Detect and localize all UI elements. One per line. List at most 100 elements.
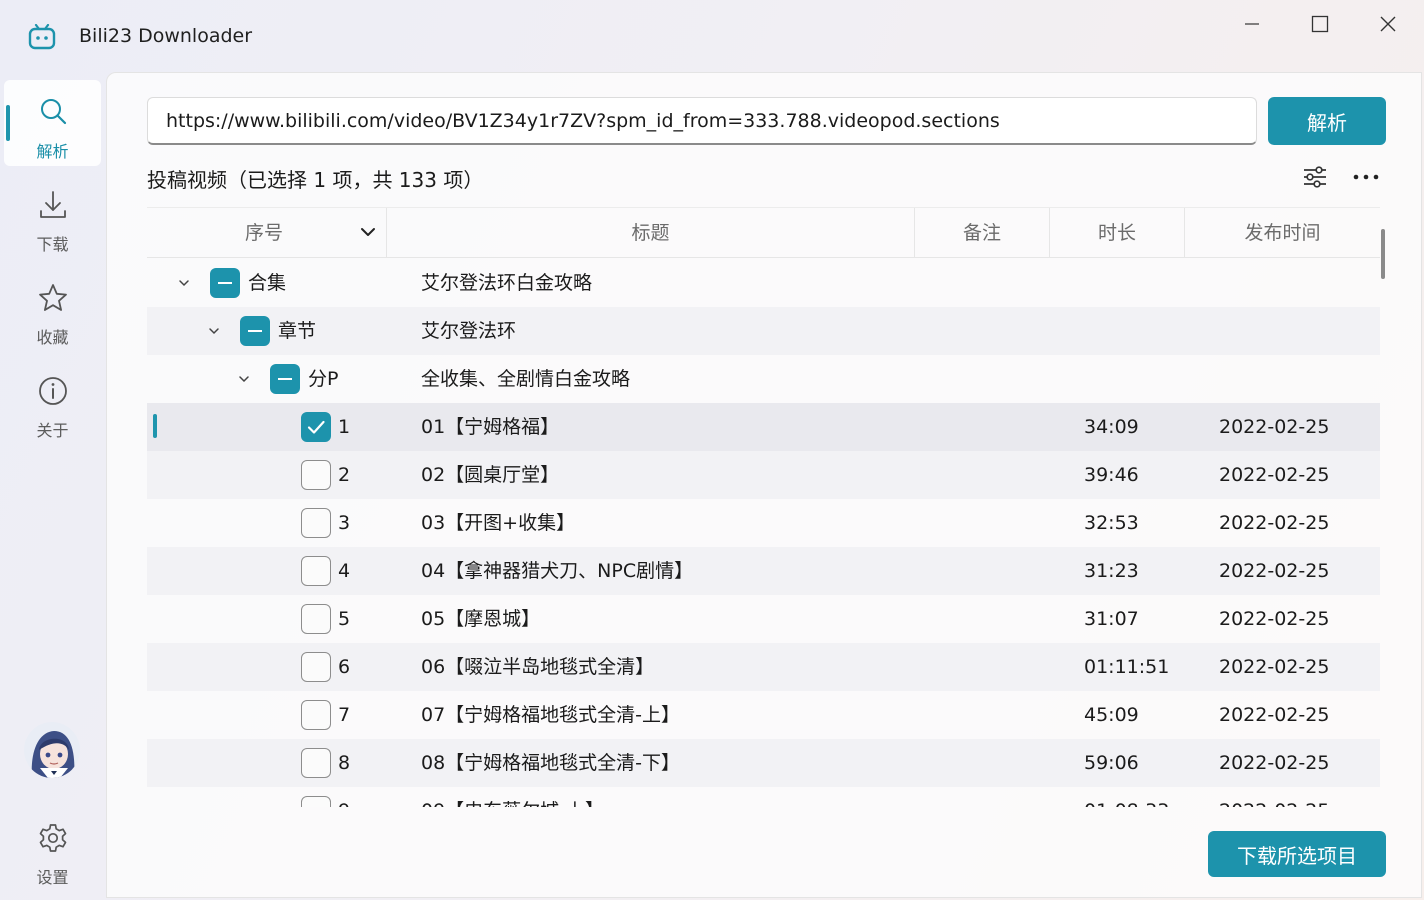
- column-header-duration[interactable]: 时长: [1049, 208, 1184, 258]
- tree-title-collection: 艾尔登法环白金攻略: [421, 272, 593, 294]
- row-checkbox[interactable]: [301, 652, 331, 682]
- main-content: 解析 投稿视频（已选择 1 项，共 133 项） 序号: [106, 72, 1422, 898]
- column-header-number[interactable]: 序号: [147, 208, 387, 258]
- nav-item-download[interactable]: 下载: [4, 173, 101, 259]
- row-checkbox[interactable]: [301, 556, 331, 586]
- row-number: 8: [338, 752, 351, 774]
- row-date: 2022-02-25: [1219, 608, 1330, 630]
- tree-label-chapter: 章节: [278, 320, 317, 342]
- parse-button[interactable]: 解析: [1268, 97, 1386, 145]
- more-options-button[interactable]: [1352, 163, 1380, 191]
- row-checkbox[interactable]: [301, 796, 331, 807]
- table-row[interactable]: 5 05【摩恩城】 31:07 2022-02-25: [147, 595, 1380, 643]
- episode-table: 序号 标题 备注 时长 发布时间 合集 艾尔登法环白金攻略 章节 艾尔登法环 分…: [147, 207, 1380, 807]
- column-header-title[interactable]: 标题: [386, 208, 914, 258]
- table-row[interactable]: 8 08【宁姆格福地毯式全清-下】 59:06 2022-02-25: [147, 739, 1380, 787]
- table-scrollbar[interactable]: [1381, 229, 1385, 279]
- close-icon: [1380, 16, 1396, 32]
- row-title: 09【史东薇尔城-上】: [421, 787, 604, 807]
- row-title: 08【宁姆格福地毯式全清-下】: [421, 752, 681, 774]
- row-duration: 31:23: [1084, 560, 1139, 582]
- table-row[interactable]: 2 02【圆桌厅堂】 39:46 2022-02-25: [147, 451, 1380, 499]
- row-selection-indicator: [153, 414, 157, 438]
- nav-label-download: 下载: [36, 235, 69, 254]
- avatar[interactable]: [24, 722, 80, 778]
- tree-checkbox-chapter[interactable]: [240, 316, 270, 346]
- row-number: 5: [338, 608, 351, 630]
- table-row[interactable]: 4 04【拿神器猎犬刀、NPC剧情】 31:23 2022-02-25: [147, 547, 1380, 595]
- tree-label-collection: 合集: [248, 272, 287, 294]
- nav-item-parse[interactable]: 解析: [4, 80, 101, 166]
- tree-row-chapter[interactable]: 章节 艾尔登法环: [147, 307, 1380, 355]
- column-header-date[interactable]: 发布时间: [1184, 208, 1380, 258]
- tree-row-parts[interactable]: 分P 全收集、全剧情白金攻略: [147, 355, 1380, 403]
- row-duration: 31:07: [1084, 608, 1139, 630]
- row-number: 4: [338, 560, 351, 582]
- table-header: 序号 标题 备注 时长 发布时间: [147, 207, 1380, 258]
- row-checkbox[interactable]: [301, 412, 331, 442]
- maximize-button[interactable]: [1286, 0, 1354, 48]
- window-title: Bili23 Downloader: [79, 25, 253, 47]
- row-checkbox[interactable]: [301, 604, 331, 634]
- row-title: 02【圆桌厅堂】: [421, 464, 560, 486]
- row-date: 2022-02-25: [1219, 787, 1329, 807]
- chevron-down-icon[interactable]: [360, 226, 376, 238]
- nav-item-settings[interactable]: 设置: [4, 808, 101, 894]
- row-number: 3: [338, 512, 351, 534]
- row-duration: 39:46: [1084, 464, 1139, 486]
- row-date: 2022-02-25: [1219, 704, 1330, 726]
- download-selected-button[interactable]: 下载所选项目: [1208, 831, 1386, 877]
- nav-label-parse: 解析: [36, 142, 69, 161]
- column-header-note[interactable]: 备注: [914, 208, 1049, 258]
- row-date: 2022-02-25: [1219, 560, 1330, 582]
- row-duration: 34:09: [1084, 416, 1139, 438]
- row-duration: 01:11:51: [1084, 656, 1170, 678]
- nav-label-favorites: 收藏: [36, 328, 69, 347]
- row-title: 03【开图+收集】: [421, 512, 576, 534]
- row-date: 2022-02-25: [1219, 464, 1330, 486]
- table-row[interactable]: 7 07【宁姆格福地毯式全清-上】 45:09 2022-02-25: [147, 691, 1380, 739]
- tree-checkbox-parts[interactable]: [270, 364, 300, 394]
- tree-checkbox-collection[interactable]: [210, 268, 240, 298]
- app-window: Bili23 Downloader 解析 下载 收藏 关于 设置 https:/…: [0, 0, 1424, 900]
- nav-item-favorites[interactable]: 收藏: [4, 266, 101, 352]
- checkmark-icon: [307, 420, 325, 434]
- row-checkbox[interactable]: [301, 460, 331, 490]
- table-row[interactable]: 9 09【史东薇尔城-上】 01:08:33 2022-02-25: [147, 787, 1380, 807]
- tree-title-chapter: 艾尔登法环: [421, 320, 517, 342]
- gear-icon: [39, 824, 67, 852]
- nav-label-settings: 设置: [36, 868, 69, 887]
- bilibili-tv-icon: [28, 24, 56, 50]
- download-icon: [40, 191, 66, 218]
- row-title: 05【摩恩城】: [421, 608, 541, 630]
- title-bar: Bili23 Downloader: [0, 0, 1424, 72]
- tree-row-collection[interactable]: 合集 艾尔登法环白金攻略: [147, 259, 1380, 307]
- chevron-down-icon[interactable]: [237, 372, 251, 386]
- nav-rail: 解析 下载 收藏 关于 设置: [0, 72, 106, 900]
- url-input[interactable]: [147, 97, 1257, 145]
- chevron-down-icon[interactable]: [207, 324, 221, 338]
- info-icon: [39, 377, 67, 405]
- table-row[interactable]: 3 03【开图+收集】 32:53 2022-02-25: [147, 499, 1380, 547]
- row-number: 2: [338, 464, 351, 486]
- row-title: 01【宁姆格福】: [421, 416, 560, 438]
- table-row[interactable]: 6 06【啜泣半岛地毯式全清】 01:11:51 2022-02-25: [147, 643, 1380, 691]
- filter-settings-button[interactable]: [1301, 163, 1329, 191]
- row-number: 1: [338, 416, 351, 438]
- table-row[interactable]: 1 01【宁姆格福】 34:09 2022-02-25: [147, 403, 1380, 451]
- row-date: 2022-02-25: [1219, 656, 1330, 678]
- nav-item-about[interactable]: 关于: [4, 359, 101, 445]
- tree-title-parts: 全收集、全剧情白金攻略: [421, 368, 631, 390]
- row-checkbox[interactable]: [301, 748, 331, 778]
- row-date: 2022-02-25: [1219, 752, 1330, 774]
- section-title: 投稿视频（已选择 1 项，共 133 项）: [147, 168, 484, 192]
- row-title: 06【啜泣半岛地毯式全清】: [421, 656, 655, 678]
- close-button[interactable]: [1354, 0, 1422, 48]
- maximize-icon: [1311, 15, 1329, 33]
- row-checkbox[interactable]: [301, 700, 331, 730]
- chevron-down-icon[interactable]: [177, 276, 191, 290]
- row-duration: 01:08:33: [1084, 787, 1169, 807]
- row-checkbox[interactable]: [301, 508, 331, 538]
- minimize-button[interactable]: [1218, 0, 1286, 48]
- row-number: 9: [338, 787, 350, 807]
